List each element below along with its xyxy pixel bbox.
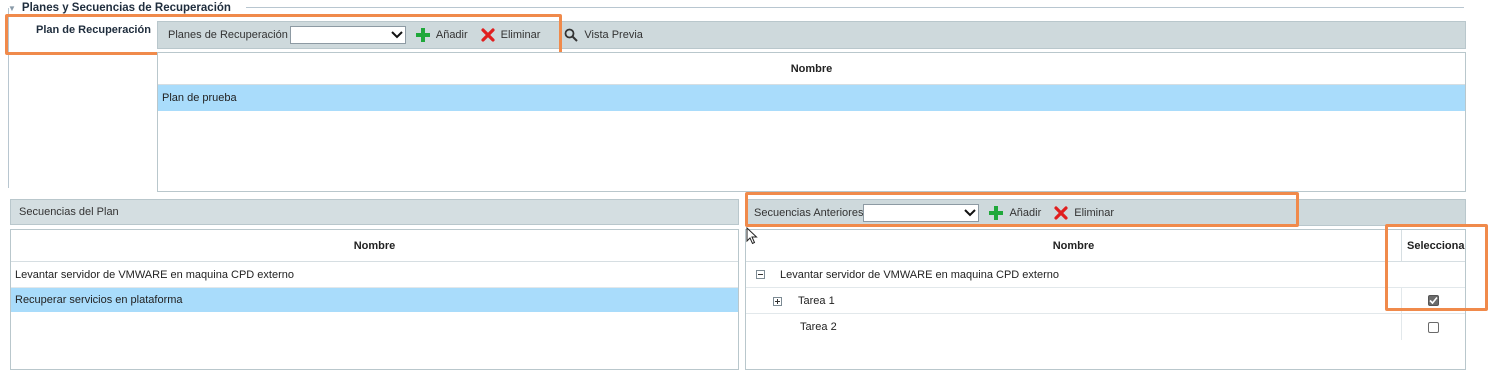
- previous-grid-header-name[interactable]: Nombre: [746, 230, 1401, 261]
- list-item[interactable]: Levantar servidor de VMWARE en maquina C…: [11, 262, 738, 288]
- tree-collapse-icon[interactable]: [756, 270, 765, 279]
- mouse-cursor-icon: [746, 227, 758, 245]
- plans-grid-header[interactable]: Nombre: [158, 53, 1465, 85]
- sequences-panel-title: Secuencias del Plan: [19, 206, 119, 218]
- tree-row[interactable]: Tarea 2: [746, 314, 1465, 340]
- sequence-row-label: Recuperar servicios en plataforma: [15, 294, 183, 306]
- previous-sequences-toolbar-highlight: [745, 192, 1299, 227]
- section-title-text: Planes y Secuencias de Recuperación: [21, 2, 231, 14]
- previous-sequences-grid: Nombre Seleccionad Levantar servidor de …: [745, 229, 1466, 370]
- sequences-grid-header[interactable]: Nombre: [11, 230, 738, 262]
- plans-grid: Nombre Plan de prueba: [157, 52, 1466, 192]
- section-divider: [246, 7, 1464, 8]
- tree-row-label: Levantar servidor de VMWARE en maquina C…: [780, 268, 1059, 281]
- tree-row[interactable]: Tarea 1: [746, 288, 1465, 314]
- sequences-panel-header: Secuencias del Plan: [10, 199, 739, 225]
- table-row[interactable]: Plan de prueba: [158, 85, 1465, 111]
- plans-toolbar-highlight: [5, 14, 562, 55]
- search-icon: [564, 28, 579, 42]
- collapse-arrow-icon[interactable]: ▼: [8, 4, 16, 13]
- preview-label: Vista Previa: [584, 29, 643, 41]
- tree-expand-icon[interactable]: [773, 296, 782, 306]
- preview-button[interactable]: Vista Previa: [564, 28, 643, 42]
- tree-row-label: Tarea 1: [798, 295, 835, 307]
- sequences-grid: Nombre Levantar servidor de VMWARE en ma…: [10, 229, 739, 370]
- selected-column-highlight: [1385, 224, 1488, 311]
- sequence-row-label: Levantar servidor de VMWARE en maquina C…: [15, 268, 294, 281]
- plan-row-label: Plan de prueba: [162, 92, 237, 104]
- tree-row-label: Tarea 2: [800, 321, 837, 333]
- tree-row[interactable]: Levantar servidor de VMWARE en maquina C…: [746, 262, 1465, 288]
- task-select-checkbox[interactable]: [1428, 321, 1439, 333]
- list-item[interactable]: Recuperar servicios en plataforma: [11, 288, 738, 312]
